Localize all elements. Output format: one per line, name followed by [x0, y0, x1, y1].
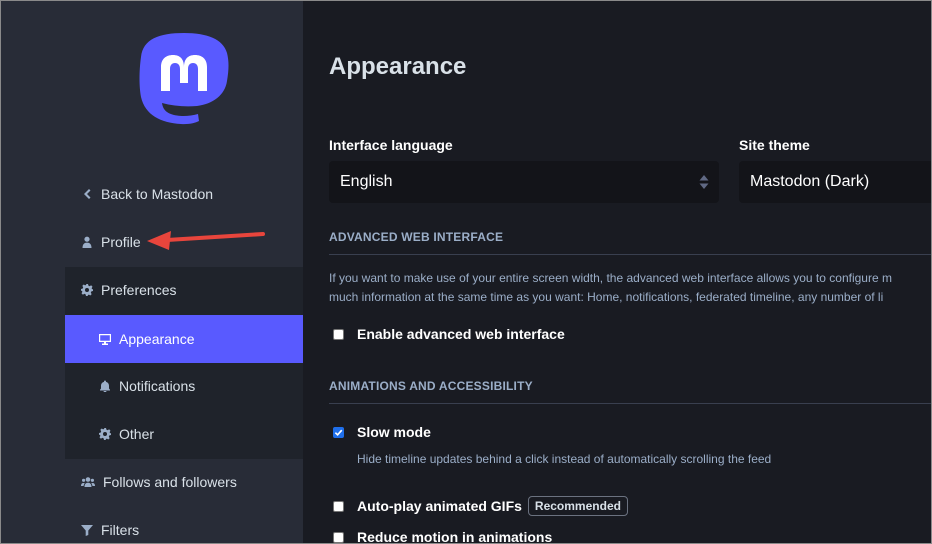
advanced-web-interface-heading: ADVANCED WEB INTERFACE [329, 230, 504, 244]
slow-mode-hint: Hide timeline updates behind a click ins… [357, 452, 772, 466]
site-theme-label: Site theme [739, 137, 810, 153]
sidebar-item-preferences[interactable]: Preferences [65, 266, 303, 314]
page-title: Appearance [329, 53, 467, 80]
chevron-left-icon [81, 188, 93, 200]
checkbox-label: Reduce motion in animations [357, 529, 553, 544]
checkbox-label: Auto-play animated GIFs [357, 498, 522, 514]
interface-language-select[interactable]: English [329, 161, 719, 203]
filter-icon [81, 524, 93, 536]
site-theme-select[interactable]: Mastodon (Dark) [739, 161, 931, 203]
sidebar-item-other[interactable]: Other [65, 410, 303, 458]
mastodon-logo[interactable] [137, 31, 231, 131]
sidebar-item-label: Filters [101, 522, 140, 538]
reduce-motion-checkbox[interactable] [333, 531, 344, 543]
section-divider [329, 254, 931, 255]
interface-language-label: Interface language [329, 137, 453, 153]
description-line: much information at the same time as you… [329, 290, 884, 304]
select-arrows-icon [699, 175, 709, 189]
users-icon [81, 476, 95, 488]
sidebar-item-notifications[interactable]: Notifications [65, 362, 303, 410]
autoplay-gifs-checkbox[interactable] [333, 500, 344, 512]
sidebar-item-label: Notifications [119, 378, 196, 394]
sidebar-item-label: Profile [101, 234, 141, 250]
sidebar-item-follows[interactable]: Follows and followers [1, 458, 303, 506]
site-theme-value: Mastodon (Dark) [750, 173, 870, 190]
description-line: If you want to make use of your entire s… [329, 271, 892, 285]
advanced-web-interface-option[interactable]: Enable advanced web interface [333, 326, 565, 342]
desktop-icon [99, 333, 111, 345]
check-icon [334, 429, 343, 436]
sidebar-item-label: Other [119, 426, 155, 442]
sidebar: Back to Mastodon Profile Preferences App… [1, 1, 303, 543]
sidebar-item-label: Back to Mastodon [101, 186, 214, 202]
sidebar-item-label: Appearance [119, 331, 195, 347]
section-divider [329, 403, 931, 404]
advanced-web-interface-description: If you want to make use of your entire s… [329, 269, 931, 307]
sidebar-item-filters[interactable]: Filters [1, 506, 303, 543]
annotation-arrow [147, 231, 265, 250]
gear-icon [99, 428, 111, 440]
gear-icon [81, 284, 93, 296]
interface-language-value: English [340, 173, 393, 190]
slow-mode-checkbox[interactable] [333, 426, 344, 438]
main-content: Appearance Interface language English Si… [303, 1, 931, 544]
user-icon [81, 236, 93, 248]
advanced-web-interface-checkbox[interactable] [333, 328, 344, 340]
bell-icon [99, 380, 111, 392]
slow-mode-option[interactable]: Slow mode [333, 424, 431, 440]
reduce-motion-option[interactable]: Reduce motion in animations [333, 529, 553, 544]
sidebar-item-back[interactable]: Back to Mastodon [1, 170, 303, 218]
sidebar-item-label: Follows and followers [103, 474, 237, 490]
autoplay-gifs-option[interactable]: Auto-play animated GIFs Recommended [333, 496, 628, 516]
sidebar-item-appearance[interactable]: Appearance [65, 315, 303, 363]
sidebar-item-label: Preferences [101, 282, 177, 298]
checkbox-label: Enable advanced web interface [357, 326, 565, 342]
recommended-badge: Recommended [527, 496, 628, 516]
animations-accessibility-heading: ANIMATIONS AND ACCESSIBILITY [329, 379, 533, 393]
checkbox-label: Slow mode [357, 424, 431, 440]
app-frame: Back to Mastodon Profile Preferences App… [0, 0, 932, 544]
